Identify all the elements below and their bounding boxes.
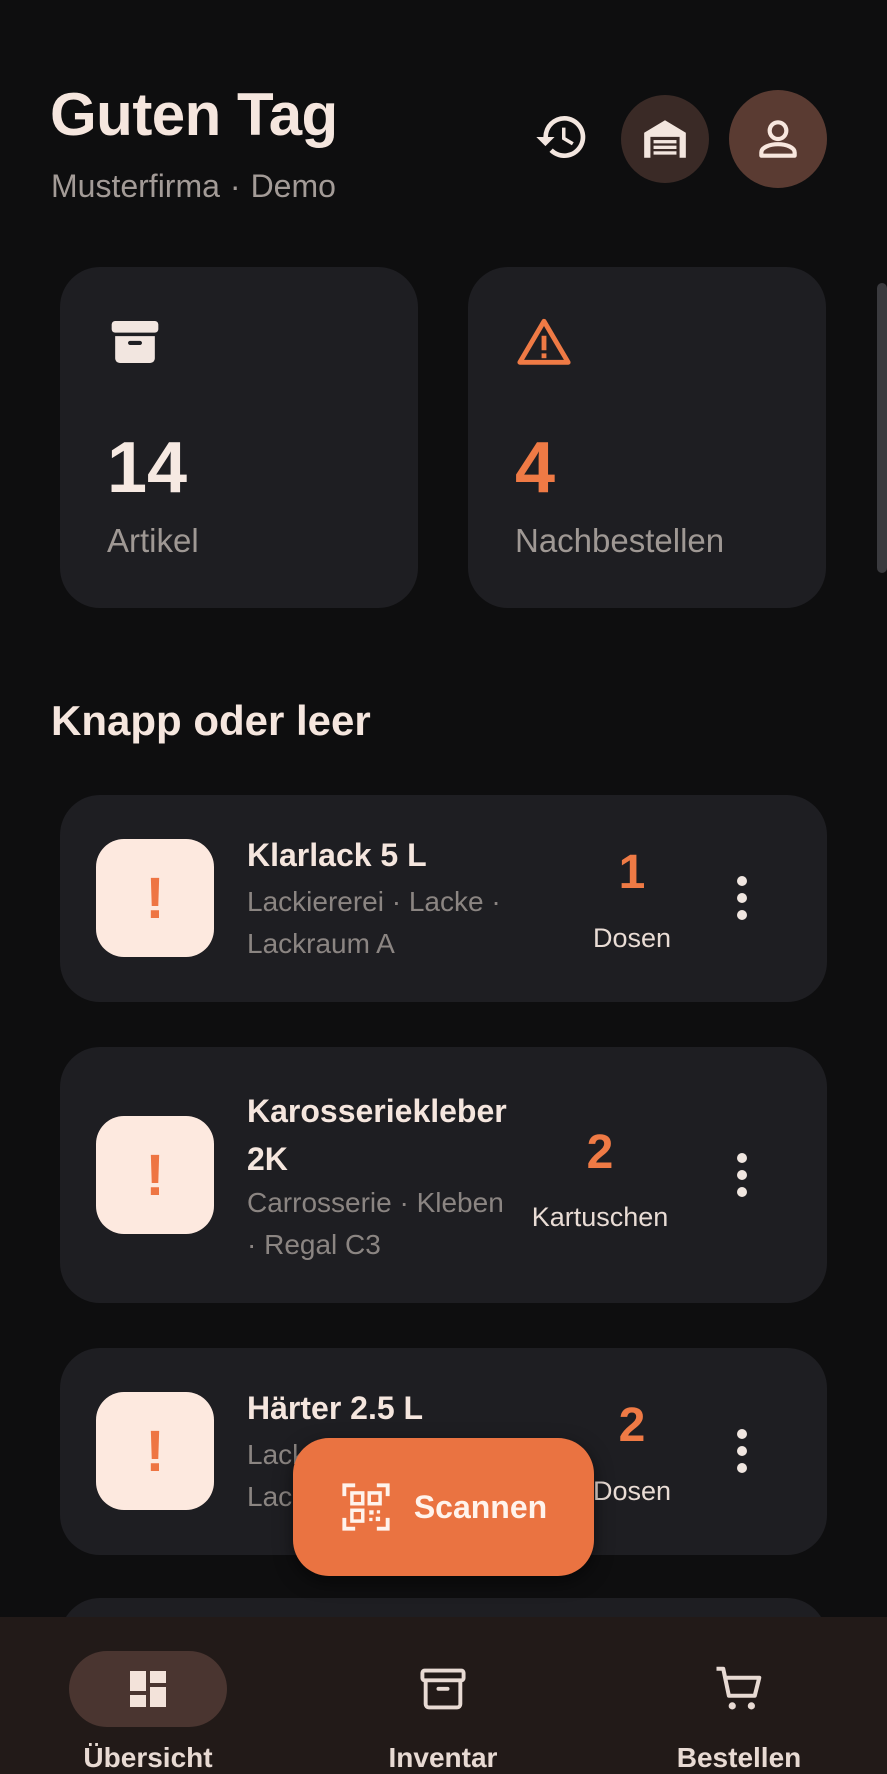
item-name-line: Härter 2.5 L bbox=[247, 1390, 424, 1426]
list-item[interactable]: ! Klarlack 5 L Lackiererei · Lacke · Lac… bbox=[60, 795, 827, 1002]
warehouse-icon bbox=[644, 120, 686, 158]
nav-item-overview[interactable]: Übersicht bbox=[0, 1617, 296, 1774]
item-meta-line: · Regal C3 bbox=[247, 1229, 381, 1260]
greeting-title: Guten Tag bbox=[50, 81, 338, 148]
profile-button[interactable] bbox=[729, 90, 827, 188]
warehouse-button[interactable] bbox=[621, 95, 709, 183]
company-name: Musterfirma bbox=[51, 168, 220, 204]
alert-badge-icon: ! bbox=[96, 1392, 214, 1510]
nav-item-order[interactable]: Bestellen bbox=[591, 1617, 887, 1774]
item-quantity: 1 bbox=[618, 846, 646, 899]
section-title-low-stock: Knapp oder leer bbox=[51, 697, 371, 744]
nav-item-inventory[interactable]: Inventar bbox=[295, 1617, 591, 1774]
archive-icon bbox=[111, 321, 159, 363]
articles-label: Artikel bbox=[107, 522, 199, 559]
archive-icon bbox=[420, 1668, 466, 1710]
history-icon bbox=[536, 116, 586, 158]
dashboard-icon bbox=[130, 1671, 166, 1707]
list-item[interactable]: ! Karosseriekleber 2K Carrosserie · Kleb… bbox=[60, 1047, 827, 1303]
nav-icon-container bbox=[660, 1651, 818, 1727]
item-name: Härter 2.5 L bbox=[247, 1384, 537, 1432]
item-meta: Lackiererei · Lacke · Lackraum A bbox=[247, 881, 537, 965]
scrollbar[interactable] bbox=[877, 283, 887, 573]
item-name-line: Karosseriekleber bbox=[247, 1093, 507, 1129]
item-name: Klarlack 5 L bbox=[247, 831, 537, 879]
mode-label: Demo bbox=[250, 168, 336, 204]
scan-button-label: Scannen bbox=[413, 1488, 548, 1525]
item-unit: Dosen bbox=[592, 923, 672, 953]
item-name-line: Klarlack 5 L bbox=[247, 837, 427, 873]
item-name: Karosseriekleber 2K bbox=[247, 1087, 537, 1183]
cart-icon bbox=[716, 1666, 762, 1710]
nav-label: Inventar bbox=[388, 1742, 498, 1773]
bottom-navigation: Übersicht Inventar Bestellen bbox=[0, 1617, 887, 1774]
nav-icon-container bbox=[364, 1651, 522, 1727]
scan-button[interactable]: Scannen bbox=[293, 1438, 594, 1576]
nav-label: Übersicht bbox=[83, 1742, 213, 1773]
alert-badge-icon: ! bbox=[96, 1116, 214, 1234]
item-meta-line: Lackiererei · Lacke · bbox=[247, 886, 501, 917]
qr-scan-icon bbox=[342, 1483, 390, 1531]
nav-active-indicator bbox=[69, 1651, 227, 1727]
item-meta: Carrosserie · Kleben · Regal C3 bbox=[247, 1182, 537, 1266]
history-button[interactable] bbox=[520, 95, 604, 179]
user-icon bbox=[759, 120, 797, 158]
reorder-count: 4 bbox=[515, 428, 556, 508]
company-subtitle: Musterfirma · Demo bbox=[51, 168, 336, 205]
item-quantity: 2 bbox=[586, 1126, 614, 1179]
nav-label: Bestellen bbox=[676, 1742, 802, 1773]
more-options-icon[interactable] bbox=[717, 1416, 767, 1486]
stat-card-articles[interactable]: 14 Artikel bbox=[60, 267, 418, 608]
reorder-label: Nachbestellen bbox=[515, 522, 725, 559]
dashboard-screen: Guten Tag Musterfirma · Demo 14 Artikel … bbox=[0, 0, 887, 1774]
item-unit: Kartuschen bbox=[531, 1202, 669, 1232]
item-meta-line: Lackraum A bbox=[247, 928, 395, 959]
alert-badge-icon: ! bbox=[96, 839, 214, 957]
warning-icon bbox=[517, 318, 571, 365]
articles-count: 14 bbox=[107, 428, 188, 508]
item-meta-line: Carrosserie · Kleben bbox=[247, 1187, 504, 1218]
stat-card-reorder[interactable]: 4 Nachbestellen bbox=[468, 267, 826, 608]
more-options-icon[interactable] bbox=[717, 863, 767, 933]
item-name-line: 2K bbox=[247, 1141, 288, 1177]
subtitle-separator: · bbox=[229, 168, 241, 204]
more-options-icon[interactable] bbox=[717, 1140, 767, 1210]
